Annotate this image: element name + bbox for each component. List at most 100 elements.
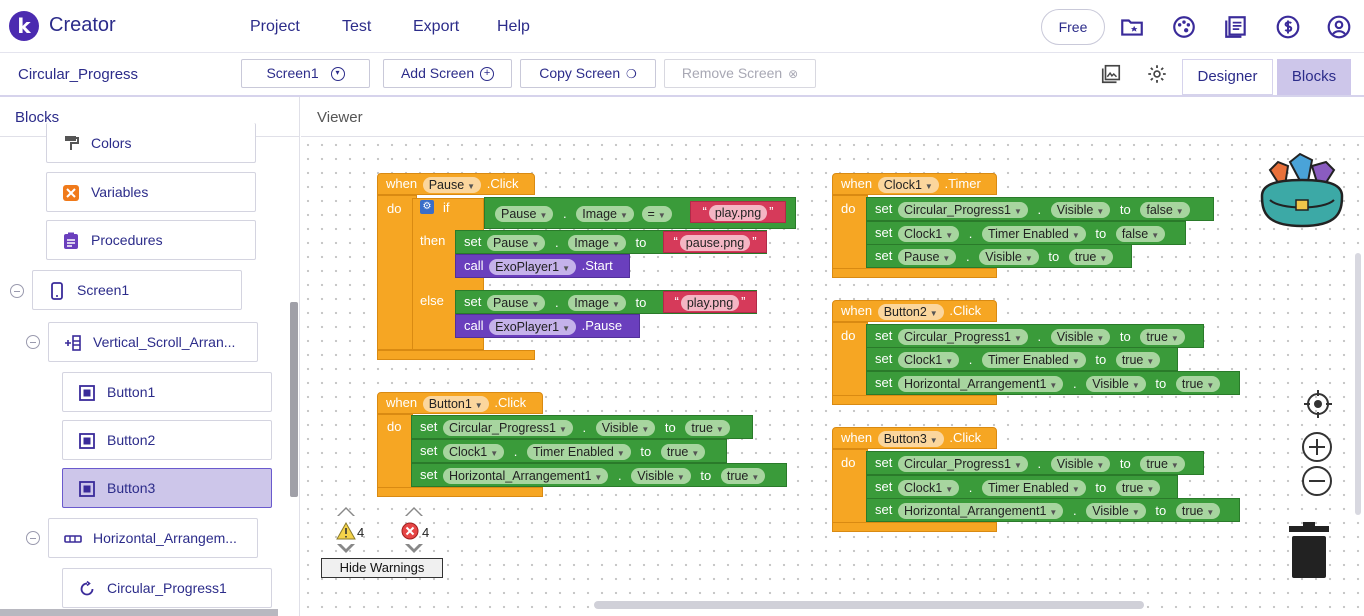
zoom-out-icon[interactable] — [1301, 465, 1333, 497]
set-block[interactable]: set Clock1 ▼ . Timer Enabled ▼ to true ▼ — [411, 439, 727, 463]
property-dropdown[interactable]: Timer Enabled ▼ — [526, 443, 631, 460]
tree-item-vertical-scroll[interactable]: Vertical_Scroll_Arran... — [48, 322, 258, 362]
remove-screen-button[interactable]: Remove Screen ⊗ — [664, 59, 816, 88]
settings-gear-icon[interactable] — [1146, 63, 1168, 85]
boolean-dropdown[interactable]: true ▼ — [1140, 328, 1185, 345]
warning-prev-arrow-icon[interactable] — [337, 542, 355, 553]
set-block[interactable]: set Pause ▼ . Visible ▼ to true ▼ — [866, 244, 1132, 268]
designer-tab[interactable]: Designer — [1182, 59, 1273, 95]
add-screen-button[interactable]: Add Screen + — [383, 59, 512, 88]
boolean-dropdown[interactable]: false ▼ — [1140, 201, 1190, 218]
palette-icon[interactable] — [1171, 14, 1197, 40]
set-block[interactable]: set Circular_Progress1 ▼ . Visible ▼ to tr… — [866, 324, 1204, 348]
workspace-vertical-scrollbar[interactable] — [1355, 253, 1361, 515]
nav-export[interactable]: Export — [413, 18, 459, 36]
zoom-in-icon[interactable] — [1301, 431, 1333, 463]
component-dropdown[interactable]: Clock1 ▼ — [897, 225, 960, 242]
component-dropdown[interactable]: Circular_Progress1 ▼ — [897, 201, 1028, 218]
property-dropdown[interactable]: Timer Enabled ▼ — [981, 479, 1086, 496]
property-dropdown[interactable]: Visible ▼ — [1050, 455, 1111, 472]
logo-icon[interactable]: k — [9, 11, 39, 41]
panel-horizontal-scrollbar[interactable] — [0, 609, 278, 616]
boolean-dropdown[interactable]: true ▼ — [685, 419, 730, 436]
tree-item-button2[interactable]: Button2 — [62, 420, 272, 460]
boolean-dropdown[interactable]: true ▼ — [1115, 479, 1161, 496]
component-dropdown[interactable]: ExoPlayer1 ▼ — [489, 258, 576, 275]
text-block[interactable]: “play.png” — [690, 201, 786, 223]
gear-icon[interactable]: ⚙ — [420, 200, 434, 214]
component-dropdown[interactable]: ExoPlayer1 ▼ — [489, 318, 576, 335]
component-dropdown[interactable]: Button2 ▼ — [877, 303, 944, 320]
backpack-icon[interactable] — [1256, 150, 1348, 236]
panel-vertical-scrollbar[interactable] — [290, 302, 298, 497]
nav-help[interactable]: Help — [497, 18, 530, 36]
gallery-icon[interactable] — [1100, 63, 1122, 85]
dollar-icon[interactable] — [1275, 14, 1301, 40]
boolean-dropdown[interactable]: true ▼ — [1068, 248, 1114, 265]
property-dropdown[interactable]: Visible ▼ — [979, 248, 1039, 265]
text-value[interactable]: pause.png — [679, 234, 751, 251]
component-dropdown[interactable]: Horizontal_Arrangement1 ▼ — [897, 502, 1064, 519]
set-block[interactable]: set Horizontal_Arrangement1 ▼ . Visible ▼ … — [866, 498, 1240, 522]
set-block[interactable]: set Clock1 ▼ . Timer Enabled ▼ to true ▼ — [866, 347, 1178, 371]
text-value[interactable]: play.png — [680, 294, 740, 311]
nav-project[interactable]: Project — [250, 18, 300, 36]
component-dropdown[interactable]: Pause ▼ — [486, 234, 546, 251]
text-block[interactable]: “pause.png” — [663, 231, 767, 253]
tree-item-variables[interactable]: Variables — [46, 172, 256, 212]
text-value[interactable]: play.png — [708, 204, 768, 221]
boolean-dropdown[interactable]: true ▼ — [1140, 455, 1185, 472]
set-block[interactable]: set Horizontal_Arrangement1 ▼ . Visible ▼ … — [411, 463, 787, 487]
component-dropdown[interactable]: Clock1 ▼ — [442, 443, 505, 460]
set-block[interactable]: set Circular_Progress1 ▼ . Visible ▼ to tr… — [866, 451, 1204, 475]
tree-item-procedures[interactable]: Procedures — [46, 220, 256, 260]
trash-icon[interactable] — [1285, 522, 1333, 580]
component-dropdown[interactable]: Clock1 ▼ — [897, 351, 960, 368]
copy-screen-button[interactable]: Copy Screen ❍ — [520, 59, 656, 88]
property-dropdown[interactable]: Visible ▼ — [1050, 328, 1111, 345]
component-dropdown[interactable]: Button1 ▼ — [422, 395, 489, 412]
boolean-dropdown[interactable]: false ▼ — [1115, 225, 1166, 242]
property-dropdown[interactable]: Timer Enabled ▼ — [981, 225, 1086, 242]
free-plan-button[interactable]: Free — [1041, 9, 1105, 45]
component-dropdown[interactable]: Circular_Progress1 ▼ — [897, 455, 1028, 472]
property-dropdown[interactable]: Visible ▼ — [1086, 375, 1146, 392]
set-block[interactable]: set Horizontal_Arrangement1 ▼ . Visible ▼ … — [866, 371, 1240, 395]
property-dropdown[interactable]: Timer Enabled ▼ — [981, 351, 1086, 368]
property-dropdown[interactable]: Visible ▼ — [595, 419, 656, 436]
set-block[interactable]: set Clock1 ▼ . Timer Enabled ▼ to true ▼ — [866, 475, 1178, 499]
app-name[interactable]: Creator — [49, 14, 116, 37]
boolean-dropdown[interactable]: true ▼ — [1115, 351, 1161, 368]
blocks-tab[interactable]: Blocks — [1277, 59, 1351, 95]
tree-item-circular-progress[interactable]: Circular_Progress1 — [62, 568, 272, 608]
nav-test[interactable]: Test — [342, 18, 371, 36]
component-dropdown[interactable]: Horizontal_Arrangement1 ▼ — [897, 375, 1064, 392]
boolean-dropdown[interactable]: true ▼ — [1175, 502, 1221, 519]
property-dropdown[interactable]: Visible ▼ — [1050, 201, 1111, 218]
boolean-dropdown[interactable]: true ▼ — [1175, 375, 1221, 392]
collapse-vertical-icon[interactable] — [26, 335, 40, 349]
tree-item-button3[interactable]: Button3 — [62, 468, 272, 508]
folder-star-icon[interactable] — [1119, 14, 1145, 40]
property-dropdown[interactable]: Image ▼ — [576, 205, 634, 222]
boolean-dropdown[interactable]: true ▼ — [720, 467, 766, 484]
property-dropdown[interactable]: Image ▼ — [568, 234, 626, 251]
component-dropdown[interactable]: Pause ▼ — [486, 294, 546, 311]
tree-item-screen1[interactable]: Screen1 — [32, 270, 242, 310]
set-block[interactable]: set Circular_Progress1 ▼ . Visible ▼ to fa… — [866, 197, 1214, 221]
tree-item-horizontal-arrangement[interactable]: Horizontal_Arrangem... — [48, 518, 258, 558]
error-next-arrow-icon[interactable] — [405, 507, 423, 516]
warning-next-arrow-icon[interactable] — [337, 507, 355, 516]
property-dropdown[interactable]: Visible ▼ — [631, 467, 691, 484]
collapse-screen1-icon[interactable] — [10, 284, 24, 298]
workspace-horizontal-scrollbar[interactable] — [594, 601, 1144, 609]
property-dropdown[interactable]: Image ▼ — [568, 294, 626, 311]
set-block[interactable]: set Clock1 ▼ . Timer Enabled ▼ to false ▼ — [866, 221, 1186, 245]
error-prev-arrow-icon[interactable] — [405, 542, 423, 553]
tree-item-button1[interactable]: Button1 — [62, 372, 272, 412]
property-dropdown[interactable]: Visible ▼ — [1086, 502, 1146, 519]
call-block[interactable]: call ExoPlayer1 ▼ .Start — [455, 254, 630, 278]
text-block[interactable]: “play.png” — [663, 291, 757, 313]
operator-dropdown[interactable]: = ▼ — [641, 205, 672, 222]
component-dropdown[interactable]: Pause ▼ — [897, 248, 957, 265]
